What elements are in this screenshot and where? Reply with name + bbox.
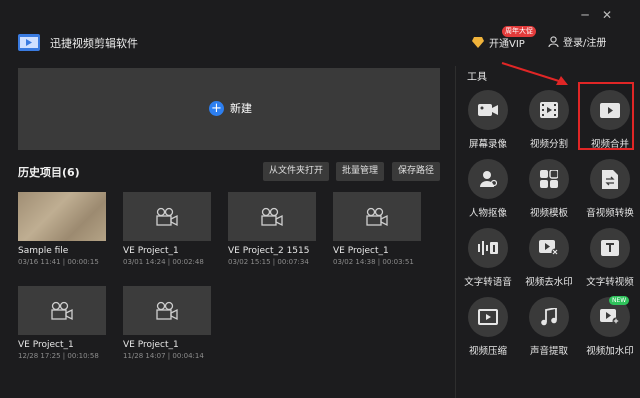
project-name: VE Project_1 <box>123 340 179 350</box>
project-name: VE Project_1 <box>333 246 389 256</box>
tool-screen-record[interactable]: 屏幕录像 <box>457 90 519 150</box>
tool-add-watermark[interactable]: 视频加水印 <box>579 297 640 357</box>
text-video-icon <box>590 228 630 268</box>
video-camera-icon <box>156 207 178 226</box>
project-thumbnail <box>333 192 421 241</box>
divider <box>455 66 456 398</box>
save-path-button[interactable]: 保存路径 <box>392 162 440 181</box>
project-card[interactable]: VE Project_1 03/02 14:38 | 00:03:51 <box>333 192 421 266</box>
new-badge: NEW <box>609 296 630 305</box>
tool-label: 文字转视频 <box>586 277 634 288</box>
video-camera-icon <box>261 207 283 226</box>
screen-record-icon <box>468 90 508 130</box>
tool-video-compress[interactable]: 视频压缩 <box>457 297 519 357</box>
tool-label: 视频加水印 <box>586 346 634 357</box>
plus-icon: + <box>209 100 224 116</box>
project-meta: 12/28 17:25 | 00:10:58 <box>18 352 99 360</box>
tool-label: 音视频转换 <box>586 208 634 219</box>
tool-text-to-speech[interactable]: 文字转语音 <box>457 228 519 288</box>
app-title: 迅捷视频剪辑软件 <box>50 37 138 50</box>
tool-label: 文字转语音 <box>464 277 512 288</box>
tool-video-split[interactable]: 视频分割 <box>518 90 580 150</box>
video-camera-icon <box>51 301 73 320</box>
project-meta: 03/02 14:38 | 00:03:51 <box>333 258 414 266</box>
tool-video-template[interactable]: 视频模板 <box>518 159 580 219</box>
tool-label: 声音提取 <box>529 346 568 357</box>
batch-manage-button[interactable]: 批量管理 <box>336 162 384 181</box>
app-logo-icon <box>18 34 40 51</box>
project-name: VE Project_1 <box>18 340 74 350</box>
open-folder-button[interactable]: 从文件夹打开 <box>263 162 329 181</box>
tool-remove-watermark[interactable]: 视频去水印 <box>518 228 580 288</box>
project-card[interactable]: Sample file 03/16 11:41 | 00:00:15 <box>18 192 106 266</box>
video-camera-icon <box>156 301 178 320</box>
arrow-annotation-icon <box>501 62 568 85</box>
tool-label: 视频压缩 <box>468 346 507 357</box>
project-name: Sample file <box>18 246 69 256</box>
project-thumbnail <box>228 192 316 241</box>
login-button[interactable]: 登录/注册 <box>548 34 606 49</box>
tool-label: 屏幕录像 <box>468 139 507 150</box>
new-project-button[interactable]: + 新建 <box>209 100 252 116</box>
tool-av-convert[interactable]: 音视频转换 <box>579 159 640 219</box>
project-thumbnail <box>123 286 211 335</box>
project-thumbnail <box>123 192 211 241</box>
new-label: 新建 <box>230 102 252 115</box>
title-bar: 迅捷视频剪辑软件 ─ ✕ 开通VIP 周年大促 登录/注册 <box>0 0 640 60</box>
tool-label: 视频分割 <box>529 139 568 150</box>
tools-title: 工具 <box>467 72 487 83</box>
project-name: VE Project_1 <box>123 246 179 256</box>
project-meta: 03/01 14:24 | 00:02:48 <box>123 258 204 266</box>
music-note-icon <box>529 297 569 337</box>
project-meta: 03/02 15:15 | 00:07:34 <box>228 258 309 266</box>
remove-watermark-icon <box>529 228 569 268</box>
project-meta: 11/28 14:07 | 00:04:14 <box>123 352 204 360</box>
project-card[interactable]: VE Project_1 11/28 14:07 | 00:04:14 <box>123 286 211 360</box>
history-title: 历史项目(6) <box>18 166 80 179</box>
file-convert-icon <box>590 159 630 199</box>
project-card[interactable]: VE Project_1 12/28 17:25 | 00:10:58 <box>18 286 106 360</box>
project-meta: 03/16 11:41 | 00:00:15 <box>18 258 99 266</box>
person-cutout-icon <box>468 159 508 199</box>
tool-label: 人物抠像 <box>468 208 507 219</box>
highlight-box <box>578 82 634 150</box>
tool-text-to-video[interactable]: 文字转视频 <box>579 228 640 288</box>
diamond-icon <box>472 36 484 48</box>
project-card[interactable]: VE Project_1 03/01 14:24 | 00:02:48 <box>123 192 211 266</box>
project-thumbnail <box>18 192 106 241</box>
tool-portrait-cutout[interactable]: 人物抠像 <box>457 159 519 219</box>
text-speech-icon <box>468 228 508 268</box>
compress-icon <box>468 297 508 337</box>
project-card[interactable]: VE Project_2 1515 03/02 15:15 | 00:07:34 <box>228 192 316 266</box>
tool-audio-extract[interactable]: 声音提取 <box>518 297 580 357</box>
project-name: VE Project_2 1515 <box>228 246 310 256</box>
tool-label: 视频去水印 <box>525 277 573 288</box>
template-grid-icon <box>529 159 569 199</box>
login-label: 登录/注册 <box>563 38 607 49</box>
new-project-panel[interactable]: + 新建 <box>18 68 440 150</box>
tool-label: 视频模板 <box>529 208 568 219</box>
minimize-button[interactable]: ─ <box>578 8 592 22</box>
video-camera-icon <box>366 207 388 226</box>
user-icon <box>548 36 559 47</box>
film-split-icon <box>529 90 569 130</box>
close-button[interactable]: ✕ <box>600 8 614 22</box>
promo-badge: 周年大促 <box>502 26 536 37</box>
project-thumbnail <box>18 286 106 335</box>
